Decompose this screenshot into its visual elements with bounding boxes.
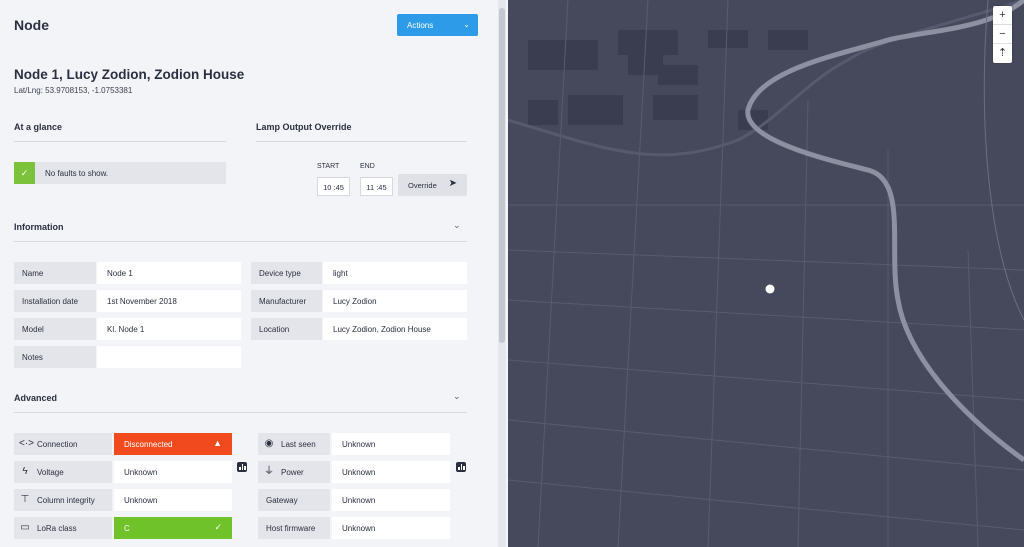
divider: [14, 141, 226, 142]
map-zoom-controls: + − ⇡: [993, 6, 1012, 63]
voltage-value: Unknown: [114, 461, 232, 483]
panel-title: Node: [14, 17, 49, 33]
end-time-input[interactable]: 11 :45: [360, 177, 393, 196]
chevron-down-icon[interactable]: ⌄: [453, 391, 461, 402]
chevron-down-icon[interactable]: ⌄: [453, 220, 461, 231]
info-value: Node 1: [97, 262, 241, 284]
bolt-icon: ϟ: [22, 466, 28, 477]
eye-icon: ◉: [264, 438, 274, 449]
check-icon: ✓: [214, 522, 222, 532]
advanced-heading: Advanced: [14, 393, 58, 403]
start-time-input[interactable]: 10 :45: [317, 177, 350, 196]
zoom-out-button[interactable]: −: [993, 25, 1012, 44]
bar-chart-icon[interactable]: [237, 462, 247, 472]
node-title: Node 1, Lucy Zodion, Zodion House: [14, 67, 245, 82]
actions-button[interactable]: Actions ⌄: [397, 14, 478, 36]
info-value: Lucy Zodion, Zodion House: [323, 318, 467, 340]
column-row-label: ⊤ Column integrity: [14, 489, 112, 511]
fault-status: ✓ No faults to show.: [14, 162, 226, 184]
bar-chart-icon[interactable]: [456, 462, 466, 472]
info-label: Model: [14, 318, 96, 340]
power-value: Unknown: [332, 461, 450, 483]
adv-label: Voltage: [37, 468, 64, 477]
info-value: [97, 346, 241, 368]
info-label: Installation date: [14, 290, 96, 312]
compass-button[interactable]: ⇡: [993, 44, 1012, 63]
plug-icon: ⏚: [264, 466, 274, 477]
scroll-thumb[interactable]: [499, 8, 505, 343]
divider: [256, 141, 467, 142]
info-label: Name: [14, 262, 96, 284]
connection-value: Disconnected: [124, 440, 173, 449]
node-panel: Node Actions ⌄ Node 1, Lucy Zodion, Zodi…: [0, 0, 508, 547]
lora-value: C: [124, 524, 130, 533]
node-marker[interactable]: [765, 284, 775, 294]
divider: [14, 412, 467, 413]
info-label: Device type: [251, 262, 322, 284]
information-heading: Information: [14, 222, 64, 232]
node-latlng: Lat/Lng: 53.9708153, -1.0753381: [14, 86, 133, 95]
zoom-in-button[interactable]: +: [993, 6, 1012, 25]
map-canvas[interactable]: [508, 0, 1024, 547]
column-icon: ⊤: [20, 494, 30, 505]
adv-label: Gateway: [266, 496, 298, 505]
chevron-down-icon: ⌄: [463, 20, 470, 29]
tag-icon: ▭: [20, 522, 30, 533]
info-value: Lucy Zodion: [323, 290, 467, 312]
panel-scrollbar[interactable]: [498, 0, 506, 547]
info-value: Kl. Node 1: [97, 318, 241, 340]
glance-heading: At a glance: [14, 122, 63, 132]
firmware-row-label: Host firmware: [258, 517, 330, 539]
info-label: Notes: [14, 346, 96, 368]
divider: [14, 241, 467, 242]
check-icon: ✓: [14, 162, 35, 184]
override-button[interactable]: Override ➤: [398, 174, 467, 196]
override-label: Override: [408, 181, 437, 190]
gateway-row-label: Gateway: [258, 489, 330, 511]
warning-icon: ▲: [213, 438, 222, 448]
adv-label: Host firmware: [266, 524, 316, 533]
voltage-row-label: ϟ Voltage: [14, 461, 112, 483]
adv-label: LoRa class: [37, 524, 77, 533]
adv-label: Power: [281, 468, 304, 477]
send-icon: ➤: [448, 178, 457, 189]
info-value: light: [323, 262, 467, 284]
end-label: END: [360, 163, 375, 170]
code-arrows-icon: <·>: [19, 438, 35, 449]
gateway-value: Unknown: [332, 489, 450, 511]
info-label: Manufacturer: [251, 290, 322, 312]
actions-label: Actions: [407, 21, 434, 30]
adv-label: Column integrity: [37, 496, 95, 505]
firmware-value: Unknown: [332, 517, 450, 539]
lamp-heading: Lamp Output Override: [256, 122, 352, 132]
last-seen-row-label: ◉ Last seen: [258, 433, 330, 455]
power-row-label: ⏚ Power: [258, 461, 330, 483]
info-label: Location: [251, 318, 322, 340]
lora-row-label: ▭ LoRa class: [14, 517, 112, 539]
start-label: START: [317, 163, 340, 170]
info-value: 1st November 2018: [97, 290, 241, 312]
connection-row-label: <·> Connection: [14, 433, 112, 455]
map-view[interactable]: [508, 0, 1024, 547]
column-value: Unknown: [114, 489, 232, 511]
fault-text: No faults to show.: [45, 169, 109, 178]
connection-status: Disconnected ▲: [114, 433, 232, 455]
adv-label: Last seen: [281, 440, 316, 449]
adv-label: Connection: [37, 440, 78, 449]
lora-status: C ✓: [114, 517, 232, 539]
last-seen-value: Unknown: [332, 433, 450, 455]
